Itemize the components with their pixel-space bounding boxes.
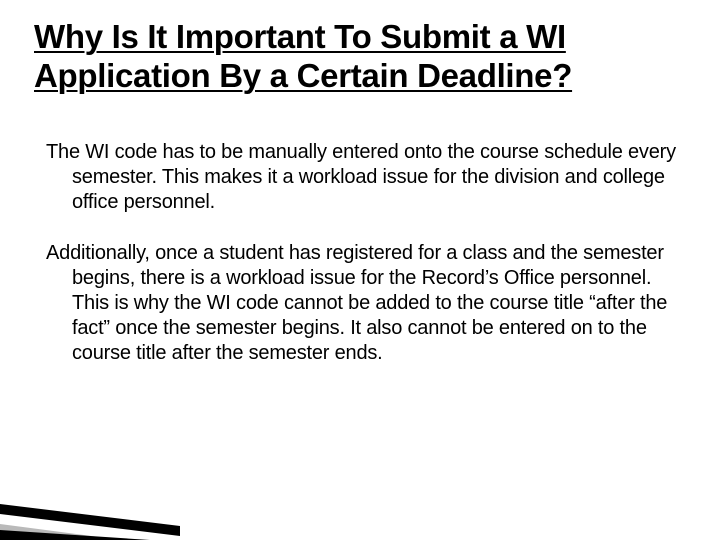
paragraph-1: The WI code has to be manually entered o… bbox=[46, 140, 686, 215]
corner-decoration-icon bbox=[0, 490, 180, 540]
slide-title: Why Is It Important To Submit a WI Appli… bbox=[34, 18, 686, 96]
paragraph-2: Additionally, once a student has registe… bbox=[46, 241, 686, 366]
slide-body: The WI code has to be manually entered o… bbox=[34, 140, 686, 366]
slide: Why Is It Important To Submit a WI Appli… bbox=[0, 0, 720, 540]
